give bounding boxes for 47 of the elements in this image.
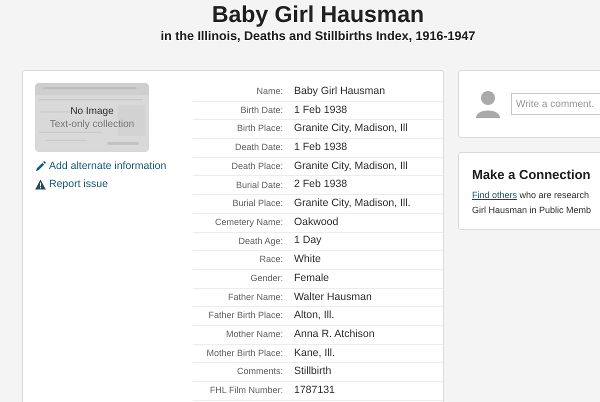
field-label: Death Age: <box>237 234 283 248</box>
no-image-label: No Image <box>70 104 114 118</box>
field-value: Stillbirth <box>294 364 332 380</box>
comment-field[interactable]: Write a comment. <box>511 93 600 115</box>
action-link[interactable]: Add alternate information <box>35 159 171 173</box>
field-label: Race: <box>258 253 283 266</box>
field-label: Mother Name: <box>224 328 283 342</box>
field-value: Female <box>294 270 330 286</box>
field-label: Birth Date: <box>239 104 283 117</box>
field-value: 1 Feb 1938 <box>294 102 348 118</box>
pencil-icon <box>35 160 46 172</box>
field-label: Comments: <box>236 365 283 378</box>
collection-note: Text-only collection <box>50 118 134 130</box>
field-value: 2 Feb 1938 <box>294 177 348 192</box>
field-value: Kane, Ill. <box>294 346 335 361</box>
field-value: Baby Girl Hausman <box>294 84 386 99</box>
avatar-icon <box>475 90 501 118</box>
field-label: Mother Birth Place: <box>205 346 283 360</box>
field-label: Birth Place: <box>236 122 283 136</box>
field-value: Oakwood <box>294 214 338 230</box>
field-label: Father Name: <box>226 290 283 304</box>
field-label: Burial Place: <box>231 197 283 210</box>
field-value: Anna R. Atchison <box>294 326 375 342</box>
collection-subtitle: in the Illinois, Deaths and Stillbirths Index, 1916-1947 <box>160 28 476 44</box>
action-link[interactable]: Report issue <box>35 177 171 191</box>
connection-text: Find others who are research Girl Hausman in Public Memb <box>472 189 592 217</box>
find-others-link[interactable]: Find others <box>472 190 518 200</box>
warning-icon <box>35 178 46 190</box>
field-label: Burial Date: <box>234 178 283 192</box>
field-label: Father Birth Place: <box>207 309 283 322</box>
field-label: Cemetery Name: <box>214 216 283 229</box>
page-title: Baby Girl Hausman <box>212 1 424 28</box>
field-value: Granite City, Madison, Ill <box>294 158 408 174</box>
field-value: Granite City, Madison, Ill <box>294 121 408 136</box>
field-value: 1 Day <box>294 233 322 248</box>
field-label: Death Date: <box>234 141 283 154</box>
field-value: Alton, Ill. <box>294 308 334 324</box>
field-label: Death Place: <box>230 160 283 173</box>
field-value: Walter Hausman <box>294 290 372 305</box>
field-label: FHL Film Number: <box>208 384 283 398</box>
field-value: 1 Feb 1938 <box>294 140 348 156</box>
field-label: Name: <box>255 85 283 98</box>
connection-title: Make a Connection <box>472 166 592 184</box>
field-label: Gender: <box>249 272 283 285</box>
field-value: 1787131 <box>294 382 335 398</box>
field-value: Granite City, Madison, Ill. <box>294 196 411 212</box>
field-value: White <box>294 252 321 268</box>
